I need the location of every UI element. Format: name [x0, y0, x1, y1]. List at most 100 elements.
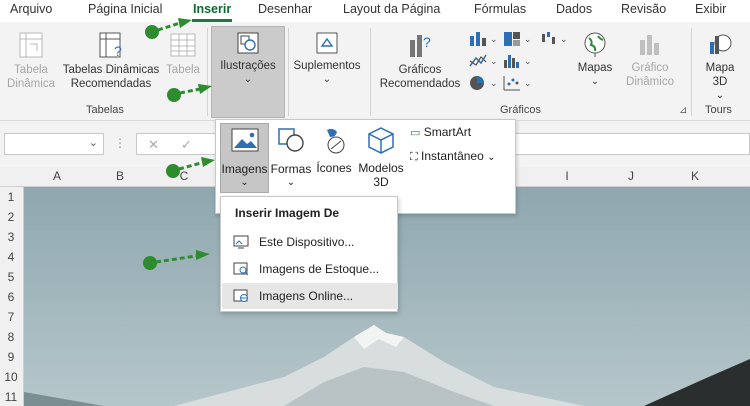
grafico-dinamico-label: Gráfico Dinâmico: [626, 62, 674, 88]
line-chart-icon: ⌄: [469, 54, 498, 67]
column-header-j[interactable]: J: [621, 169, 641, 183]
mapas-label: Mapas: [577, 62, 613, 74]
chevron-down-icon: ⌄: [487, 152, 496, 163]
row-header-bar: 1 2 3 4 5 6 7 8 9 10 11: [0, 187, 24, 406]
separator: [691, 28, 692, 116]
modelos-3d-button[interactable]: Modelos 3D: [356, 125, 406, 189]
row-header[interactable]: 5: [0, 270, 22, 284]
drag-handle-icon[interactable]: ⋮: [114, 136, 126, 150]
svg-text:?: ?: [114, 43, 122, 59]
row-header[interactable]: 1: [0, 190, 22, 204]
group-label-graficos: Gráficos: [500, 104, 541, 116]
group-label-tours: Tours: [705, 104, 732, 116]
menu-item-este-dispositivo[interactable]: Este Dispositivo...: [222, 229, 398, 255]
annotation-arrow-icon: [143, 250, 210, 270]
confirm-icon[interactable]: ✓: [181, 137, 192, 153]
column-header-b[interactable]: B: [110, 169, 130, 183]
hierarchy-chart-button[interactable]: ⌄: [502, 30, 532, 51]
row-header[interactable]: 4: [0, 250, 22, 264]
grafico-dinamico-button[interactable]: Gráfico Dinâmico: [618, 30, 682, 89]
formas-button[interactable]: Formas ⌄: [270, 127, 312, 190]
row-header[interactable]: 7: [0, 310, 22, 324]
tab-desenhar[interactable]: Desenhar: [258, 2, 312, 16]
smartart-label: SmartArt: [423, 125, 472, 139]
column-header-k[interactable]: K: [685, 169, 705, 183]
annotation-arrow-icon: [145, 18, 192, 39]
pivot-chart-icon: [640, 35, 659, 55]
suplementos-label: Suplementos: [293, 60, 361, 72]
line-chart-button[interactable]: ⌄: [468, 52, 498, 73]
row-header[interactable]: 6: [0, 290, 22, 304]
svg-text:⌄: ⌄: [490, 56, 498, 66]
smartart-icon: ▭: [410, 127, 421, 139]
imagens-button[interactable]: Imagens ⌄: [220, 127, 269, 190]
svg-text:?: ?: [423, 34, 431, 50]
tab-exibir[interactable]: Exibir: [695, 2, 726, 16]
ilustracoes-label: Ilustrações: [220, 60, 276, 72]
tab-arquivo[interactable]: Arquivo: [10, 2, 52, 16]
tabela-dinamica-button[interactable]: Tabela Dinâmica: [6, 30, 56, 91]
statistic-chart-button[interactable]: ⌄: [502, 52, 532, 73]
row-header[interactable]: 9: [0, 350, 22, 364]
svg-text:⌄: ⌄: [560, 34, 568, 44]
tabela-dinamica-label: Tabela Dinâmica: [7, 64, 55, 90]
menu-title: Inserir Imagem De: [235, 206, 340, 220]
formula-input[interactable]: [515, 133, 750, 155]
chevron-down-icon: ⌄: [243, 74, 253, 85]
modelos-3d-label: Modelos 3D: [358, 161, 404, 189]
formas-label: Formas: [270, 162, 312, 176]
smartart-button[interactable]: ▭ SmartArt: [410, 125, 471, 139]
name-box[interactable]: ⌄: [4, 133, 104, 155]
screenshot-icon: ⛶: [410, 151, 418, 163]
pie-chart-icon: ⌄: [470, 76, 498, 90]
mapas-button[interactable]: Mapas ⌄: [572, 30, 618, 89]
icones-label: Ícones: [316, 161, 352, 175]
svg-text:⌄: ⌄: [490, 34, 498, 44]
shapes-icon: [278, 128, 304, 152]
statistic-chart-icon: ⌄: [504, 55, 532, 68]
hierarchy-chart-icon: ⌄: [504, 32, 532, 46]
column-header-i[interactable]: I: [557, 169, 577, 183]
pie-chart-button[interactable]: ⌄: [468, 74, 498, 95]
row-header[interactable]: 2: [0, 210, 22, 224]
graficos-recomendados-button[interactable]: ? Gráficos Recomendados: [378, 30, 462, 91]
column-header-a[interactable]: A: [47, 169, 67, 183]
mapa-3d-label: Mapa 3D: [705, 62, 735, 88]
icons-icon: [327, 128, 345, 154]
online-images-icon: [233, 289, 248, 302]
suplementos-button[interactable]: Suplementos ⌄: [290, 30, 364, 87]
tabelas-dinamicas-recomendadas-label: Tabelas Dinâmicas Recomendadas: [62, 64, 160, 90]
row-header[interactable]: 10: [0, 370, 22, 384]
tab-dados[interactable]: Dados: [556, 2, 592, 16]
globe-icon: [584, 32, 606, 57]
ilustracoes-button[interactable]: Ilustrações ⌄: [214, 30, 282, 87]
tab-formulas[interactable]: Fórmulas: [474, 2, 526, 16]
column-chart-button[interactable]: ⌄: [468, 30, 498, 51]
waterfall-chart-icon: ⌄: [542, 32, 568, 44]
scatter-chart-button[interactable]: ⌄: [502, 74, 532, 95]
row-header[interactable]: 8: [0, 330, 22, 344]
stock-images-icon: [233, 262, 249, 276]
mapa-3d-button[interactable]: Mapa 3D ⌄: [698, 30, 742, 103]
chevron-down-icon[interactable]: ⌄: [89, 136, 98, 149]
chevron-down-icon: ⌄: [286, 177, 296, 188]
row-header[interactable]: 3: [0, 230, 22, 244]
menu-item-imagens-de-estoque[interactable]: Imagens de Estoque...: [222, 256, 398, 282]
tab-layout-da-pagina[interactable]: Layout da Página: [343, 2, 440, 16]
recommended-charts-icon: ?: [410, 34, 431, 57]
svg-text:⌄: ⌄: [490, 78, 498, 88]
row-header[interactable]: 11: [0, 390, 22, 404]
illustrations-icon: [237, 32, 259, 54]
chevron-down-icon: ⌄: [590, 76, 600, 87]
tab-revisao[interactable]: Revisão: [621, 2, 666, 16]
tabela-label: Tabela: [166, 64, 200, 76]
menu-item-imagens-online[interactable]: Imagens Online...: [222, 283, 398, 309]
3d-map-icon: [710, 34, 732, 54]
imagens-label: Imagens: [221, 162, 268, 176]
icones-button[interactable]: Ícones: [314, 125, 354, 175]
cancel-icon[interactable]: ✕: [148, 137, 159, 153]
dialog-launcher-icon[interactable]: ⊿: [679, 105, 687, 116]
waterfall-chart-button[interactable]: ⌄: [540, 30, 570, 51]
annotation-arrow-icon: [166, 157, 215, 178]
instantaneo-button[interactable]: ⛶ Instantâneo ⌄: [410, 149, 496, 164]
